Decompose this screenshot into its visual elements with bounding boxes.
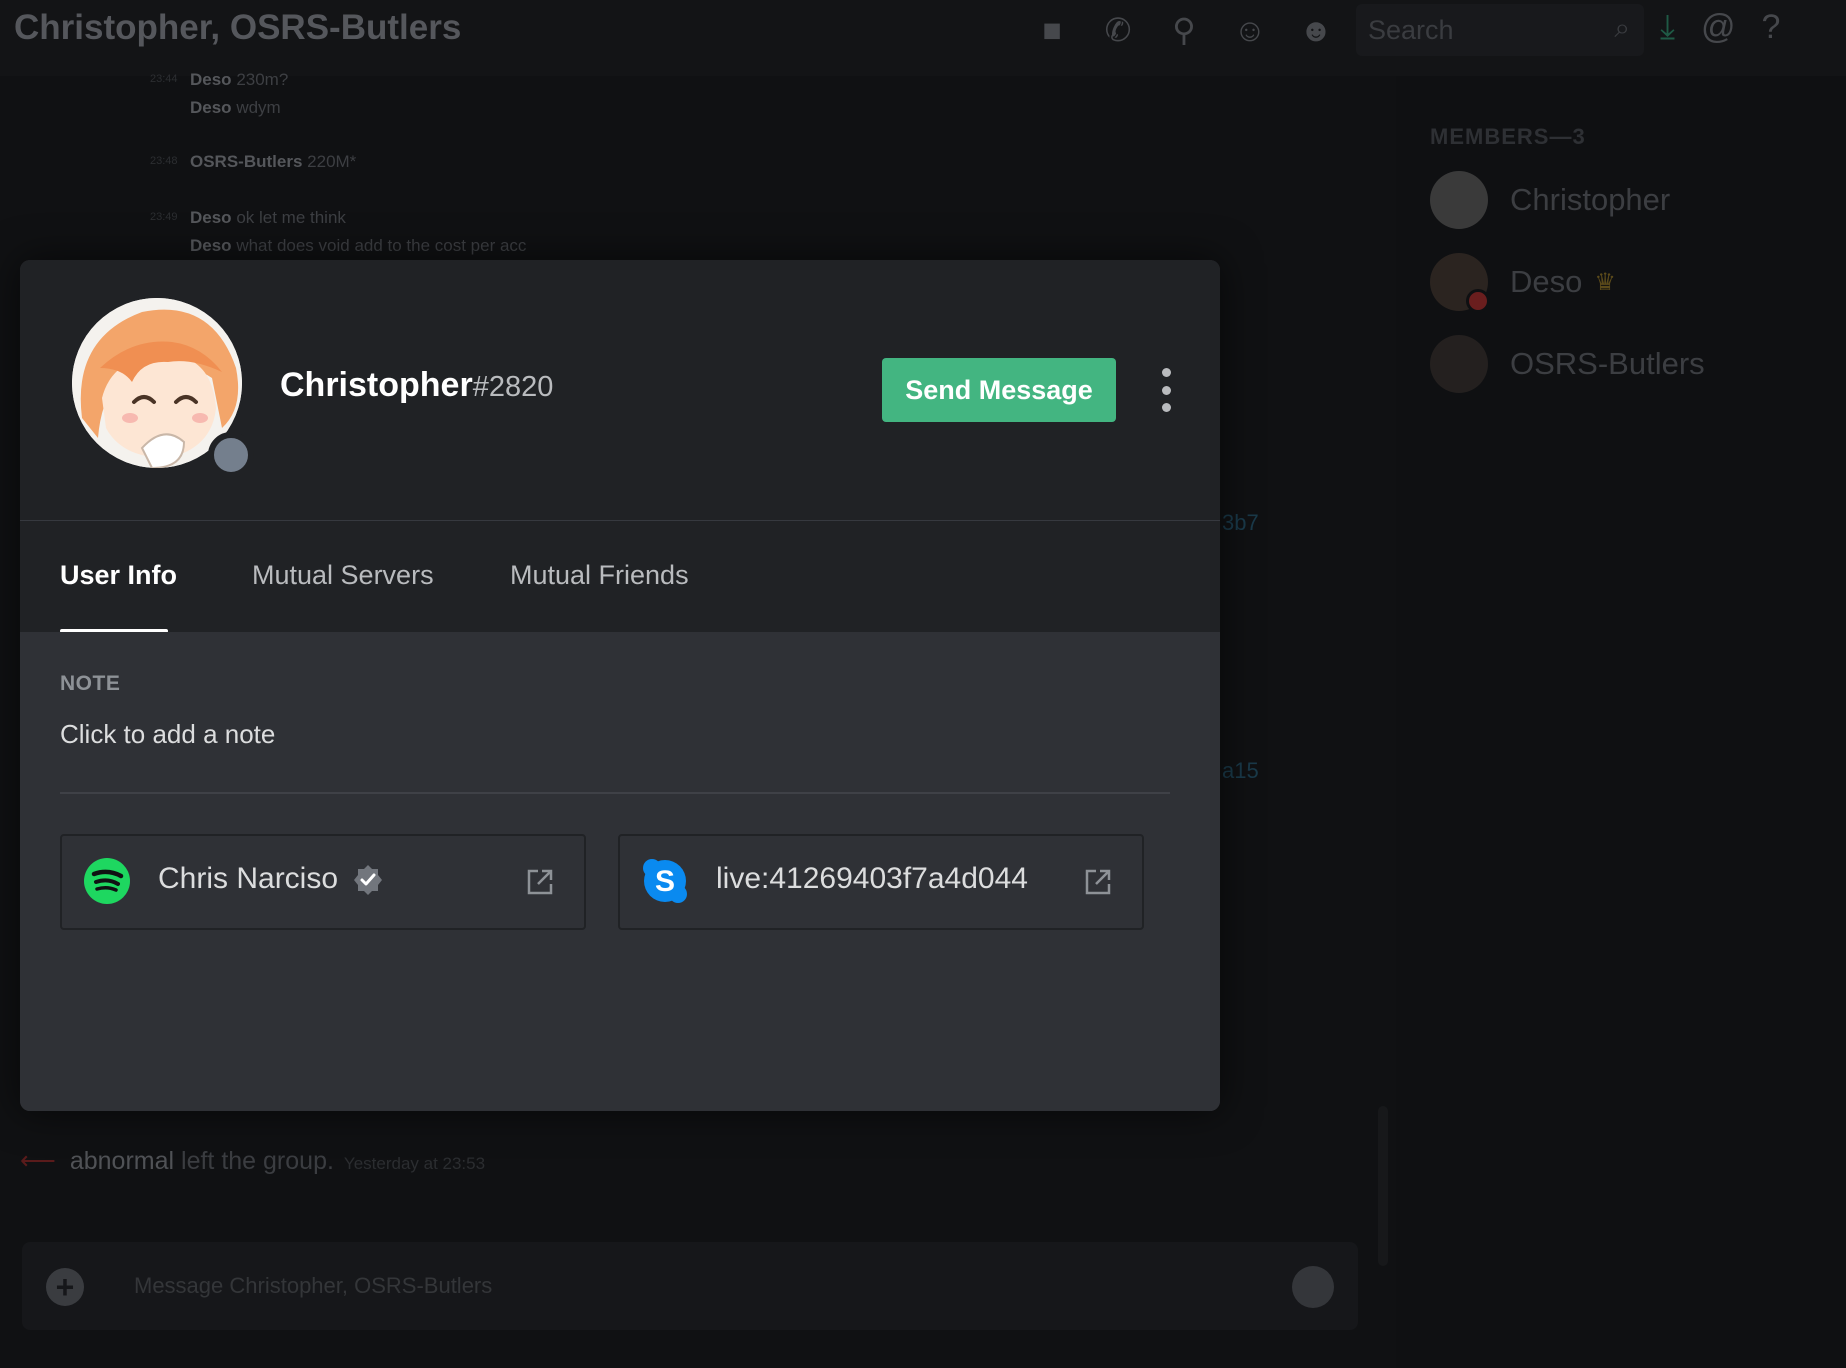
search-icon: ⌕ (1614, 12, 1630, 43)
help-icon[interactable]: ? (1762, 8, 1781, 47)
send-message-button[interactable]: Send Message (882, 358, 1116, 422)
member-item[interactable]: OSRS-Butlers (1430, 334, 1705, 394)
tab-mutual-servers[interactable]: Mutual Servers (252, 560, 434, 591)
chat-scrollbar[interactable] (1378, 1106, 1388, 1266)
avatar (1430, 171, 1488, 229)
message: 23:44 Deso 230m? (150, 70, 289, 89)
connection-spotify: Chris Narciso (60, 834, 586, 930)
members-icon[interactable]: ☻ (1294, 12, 1338, 49)
more-options-icon[interactable] (1156, 368, 1176, 412)
channel-title: Christopher, OSRS-Butlers (14, 8, 462, 47)
phone-icon[interactable]: ✆ (1096, 11, 1140, 49)
system-message: ⟵ abnormal left the group. Yesterday at 23… (20, 1147, 486, 1175)
upload-plus-icon[interactable]: + (46, 1268, 84, 1306)
status-offline-dot (208, 432, 254, 478)
top-bar: Christopher, OSRS-Butlers ■ ✆ ⚲ ☺ ☻ ⌕ ⤓ … (0, 0, 1846, 76)
members-heading: MEMBERS—3 (1430, 124, 1586, 149)
crown-icon: ♛ (1594, 268, 1616, 296)
note-divider (60, 792, 1170, 794)
message: 23:49 Deso ok let me think (150, 208, 346, 227)
avatar (1430, 335, 1488, 393)
pin-icon[interactable]: ⚲ (1162, 11, 1206, 49)
tab-user-info[interactable]: User Info (60, 560, 177, 591)
video-icon[interactable]: ■ (1030, 12, 1074, 49)
discriminator: #2820 (472, 371, 554, 403)
member-item[interactable]: Christopher (1430, 170, 1670, 230)
message: Deso what does void add to the cost per … (190, 236, 527, 255)
note-label: NOTE (60, 672, 121, 695)
header-right-icons: ⤓ @ ? (1660, 8, 1780, 47)
add-friend-icon[interactable]: ☺ (1228, 12, 1272, 49)
external-link-icon[interactable] (526, 868, 554, 896)
link-fragment[interactable]: a15 (1222, 758, 1259, 784)
download-icon[interactable]: ⤓ (1660, 8, 1675, 47)
skype-icon: S (643, 859, 687, 903)
avatar (1430, 253, 1490, 313)
mention-icon[interactable]: @ (1701, 8, 1736, 47)
user-profile-modal: Christopher#2820 Send Message User Info … (20, 260, 1220, 1111)
message: 23:48 OSRS-Butlers 220M* (150, 152, 357, 171)
tab-mutual-friends[interactable]: Mutual Friends (510, 560, 689, 591)
search-box[interactable]: ⌕ (1356, 4, 1644, 56)
leave-arrow-icon: ⟵ (20, 1147, 56, 1175)
svg-text:S: S (655, 865, 675, 898)
emoji-icon[interactable] (1292, 1266, 1334, 1308)
member-item[interactable]: Deso ♛ (1430, 252, 1616, 313)
message-composer: + (22, 1242, 1358, 1330)
profile-username: Christopher#2820 (280, 366, 554, 404)
verified-icon (354, 865, 383, 896)
spotify-icon (84, 858, 130, 904)
link-fragment[interactable]: 3b7 (1222, 510, 1259, 536)
message-input[interactable] (132, 1268, 1036, 1304)
profile-avatar (72, 298, 254, 478)
header-icons: ■ ✆ ⚲ ☺ ☻ (1030, 8, 1338, 52)
external-link-icon[interactable] (1084, 868, 1112, 896)
dnd-status-dot (1466, 289, 1490, 313)
system-user[interactable]: abnormal (70, 1147, 174, 1175)
connection-name: Chris Narciso (158, 862, 384, 896)
connection-name: live:41269403f7a4d044 (716, 862, 1028, 895)
connection-skype: S live:41269403f7a4d044 (618, 834, 1144, 930)
note-input[interactable] (60, 714, 1160, 754)
member-list: MEMBERS—3 Christopher Deso ♛ OSRS-Butler… (1396, 76, 1846, 1368)
search-input[interactable] (1366, 14, 1590, 46)
message: Deso wdym (190, 98, 281, 117)
